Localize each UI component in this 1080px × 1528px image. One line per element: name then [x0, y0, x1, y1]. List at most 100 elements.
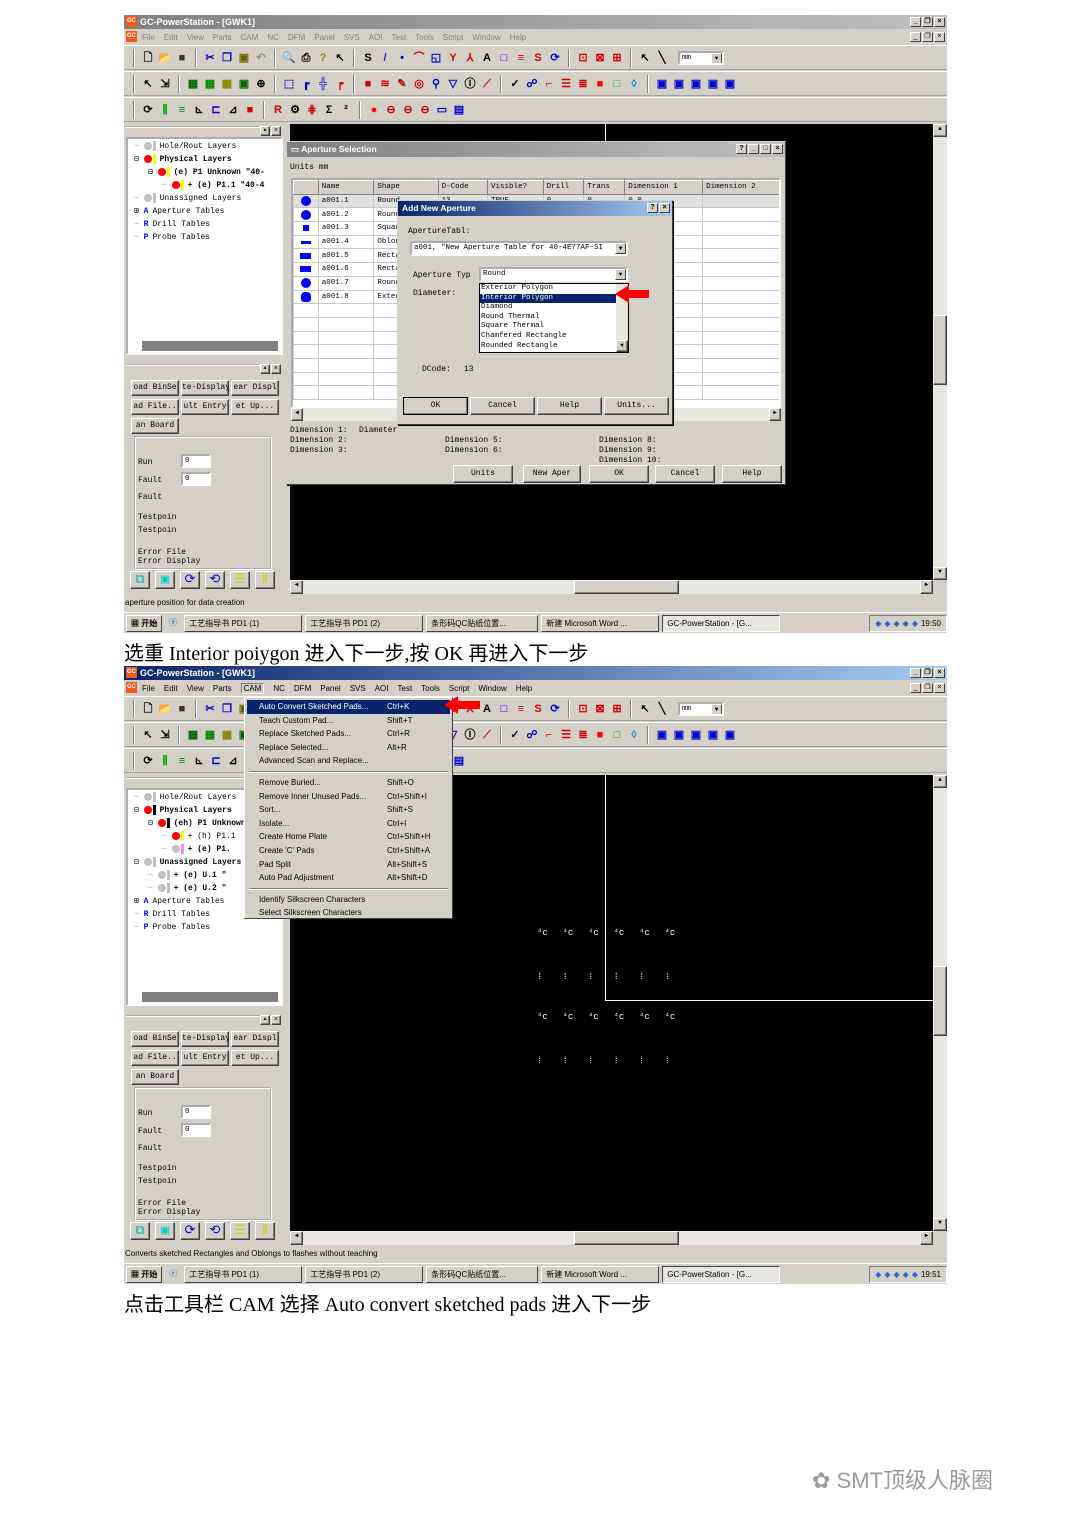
table-icon[interactable]: ▤ — [452, 754, 466, 768]
tree-item[interactable]: ┄ + (e) P1.1 "40-4 — [162, 180, 264, 192]
scroll-right-button[interactable]: ▶ — [920, 580, 933, 594]
column-header[interactable]: Dimension 2 — [702, 180, 779, 195]
network-icon[interactable]: ◆ — [884, 1267, 890, 1282]
pointer-icon[interactable]: ↖ — [638, 51, 652, 65]
zoom-pad-icon[interactable]: ⊕ — [254, 77, 268, 91]
help-button[interactable]: ? — [736, 144, 747, 154]
layers-icon[interactable]: ≋ — [378, 77, 392, 91]
monitor-icon[interactable]: ◆ — [903, 1267, 909, 1282]
tree-item[interactable]: ⊟ Physical Layers — [134, 154, 232, 166]
menu-test[interactable]: Test — [398, 684, 413, 693]
test-panel-close-button[interactable]: × — [271, 364, 281, 374]
expand-collapse-icon[interactable]: ⊟ — [134, 806, 144, 815]
dropdown-option[interactable]: Round Thermal — [480, 313, 628, 323]
lines-icon[interactable]: ☰ — [559, 77, 573, 91]
close-button[interactable]: × — [772, 144, 783, 154]
close-button[interactable]: × — [659, 203, 670, 213]
rotate-cw-icon[interactable]: ⟳ — [180, 1222, 200, 1240]
circle-arrow-icon[interactable]: ⟳ — [548, 702, 562, 716]
taskbar-item[interactable]: 新建 Microsoft Word ... — [541, 614, 660, 632]
fault-spinner[interactable]: 0 — [181, 472, 211, 486]
undo-icon[interactable]: ↶ — [254, 51, 268, 65]
layer-color-dot[interactable] — [171, 181, 180, 189]
cancel-button[interactable]: Cancel — [470, 397, 535, 415]
units-select[interactable]: mm ▼ — [678, 50, 724, 65]
square-green-icon[interactable]: ▣ — [237, 77, 251, 91]
cancel-button[interactable]: Cancel — [655, 465, 715, 483]
layer-visibility-bar[interactable] — [152, 141, 156, 151]
save-icon[interactable]: ■ — [175, 51, 189, 65]
monitor-icon[interactable]: ◆ — [903, 616, 909, 631]
menu-parts[interactable]: Parts — [213, 684, 232, 693]
table-scroll-left[interactable]: ◀ — [291, 408, 303, 421]
tree-item[interactable]: ⊟ Physical Layers — [134, 805, 232, 817]
check-icon[interactable]: ✓ — [508, 728, 522, 742]
help-button[interactable]: ? — [647, 203, 658, 213]
layer-visibility-bar[interactable] — [166, 167, 170, 177]
doc-close-button[interactable]: × — [934, 683, 945, 693]
tree-hscroll[interactable] — [142, 341, 278, 351]
win1-icon[interactable]: ▣ — [655, 728, 669, 742]
win5-icon[interactable]: ▣ — [723, 77, 737, 91]
menu-help[interactable]: Help — [510, 33, 526, 42]
line-tool-icon[interactable]: ╲ — [655, 51, 669, 65]
win5-icon[interactable]: ▣ — [723, 728, 737, 742]
drop-icon[interactable]: ◊ — [627, 728, 641, 742]
restore-button[interactable]: ❐ — [922, 17, 933, 27]
ipc-icon[interactable]: Ⓘ — [463, 77, 477, 91]
network-icon[interactable]: ☍ — [525, 77, 539, 91]
minimize-button[interactable]: _ — [748, 144, 759, 154]
sketched-pad[interactable]: ⁴c — [537, 928, 548, 938]
layer-visibility-bar[interactable] — [152, 193, 156, 203]
zoom-window-icon[interactable]: ⊡ — [576, 702, 590, 716]
chevron-down-icon[interactable]: ▼ — [711, 703, 722, 714]
aperture-table-select[interactable]: a001, "New Aperture Table for 40-4E77AF-… — [410, 241, 628, 256]
column-header[interactable]: Dimension 3 — [780, 181, 781, 195]
layer-color-dot[interactable] — [157, 168, 166, 176]
rect-frame-icon[interactable]: ▭ — [435, 103, 449, 117]
menu-item[interactable]: Replace Selected... Alt+R — [247, 741, 450, 755]
tree-item[interactable]: ┄ R Drill Tables — [134, 219, 210, 231]
sketched-pad[interactable]: ⁴c — [639, 1012, 650, 1022]
doc-restore-button[interactable]: ❐ — [922, 32, 933, 42]
tree-item[interactable]: ⊟ (eh) P1 Unknown — [148, 818, 246, 830]
multi-select-icon[interactable]: ⇲ — [158, 77, 172, 91]
link2-icon[interactable]: ⊖ — [401, 103, 415, 117]
sketched-pad[interactable]: ⁞ — [665, 1056, 670, 1066]
tile-vertical-icon[interactable]: ⫴ — [255, 571, 275, 589]
zoom-fit-icon[interactable]: ⊠ — [593, 51, 607, 65]
sub2-icon[interactable]: ² — [339, 103, 353, 117]
keyboard-icon[interactable]: ◆ — [875, 1267, 881, 1282]
rect-corner-icon[interactable]: ◱ — [429, 51, 443, 65]
print-preview-icon[interactable]: 🔍 — [282, 51, 296, 65]
ss-icon[interactable]: S — [531, 702, 545, 716]
test-button[interactable]: ad File.. — [131, 1050, 179, 1066]
test-button[interactable]: ult Entry — [181, 1050, 229, 1066]
dots-icon[interactable]: • — [395, 51, 409, 65]
multi-select-icon[interactable]: ⇲ — [158, 728, 172, 742]
minimize-button[interactable]: _ — [910, 668, 921, 678]
chevron-down-icon[interactable]: ▼ — [615, 243, 626, 254]
new-file-icon[interactable]: 🗋 — [141, 702, 155, 716]
menu-item[interactable]: Auto Pad Adjustment Alt+Shift+D — [247, 871, 450, 885]
units-button[interactable]: Units... — [604, 397, 669, 415]
toolbar-grip[interactable] — [133, 100, 135, 119]
scroll-up-button[interactable]: ▲ — [933, 775, 947, 788]
box-select-icon[interactable]: ⬚ — [282, 77, 296, 91]
rotate-ccw-icon[interactable]: ⟲ — [205, 571, 225, 589]
sketched-pad[interactable]: ⁞ — [639, 972, 644, 982]
menu-aoi[interactable]: AOI — [369, 33, 383, 42]
layer-color-dot[interactable] — [171, 845, 180, 853]
menu-file[interactable]: File — [142, 33, 155, 42]
chevron-down-icon[interactable]: ▼ — [711, 52, 722, 63]
menu-item[interactable]: Teach Custom Pad... Shift+T — [247, 714, 450, 728]
measure-icon[interactable]: ⊾ — [192, 103, 206, 117]
zoom-all-icon[interactable]: ⊞ — [610, 51, 624, 65]
test-button[interactable]: oad BinSe — [131, 380, 179, 396]
cascade-icon[interactable]: ⧉ — [130, 571, 150, 589]
layer-visibility-bar[interactable] — [152, 154, 156, 164]
menu-item[interactable]: Identify Silkscreen Characters — [247, 893, 450, 907]
tree-item[interactable]: ┄ + (e) U.2 " — [148, 883, 226, 895]
chart-line-icon[interactable]: ⊿ — [226, 103, 240, 117]
taskbar-item[interactable]: 条形码QC贴纸位置... — [426, 1265, 539, 1283]
